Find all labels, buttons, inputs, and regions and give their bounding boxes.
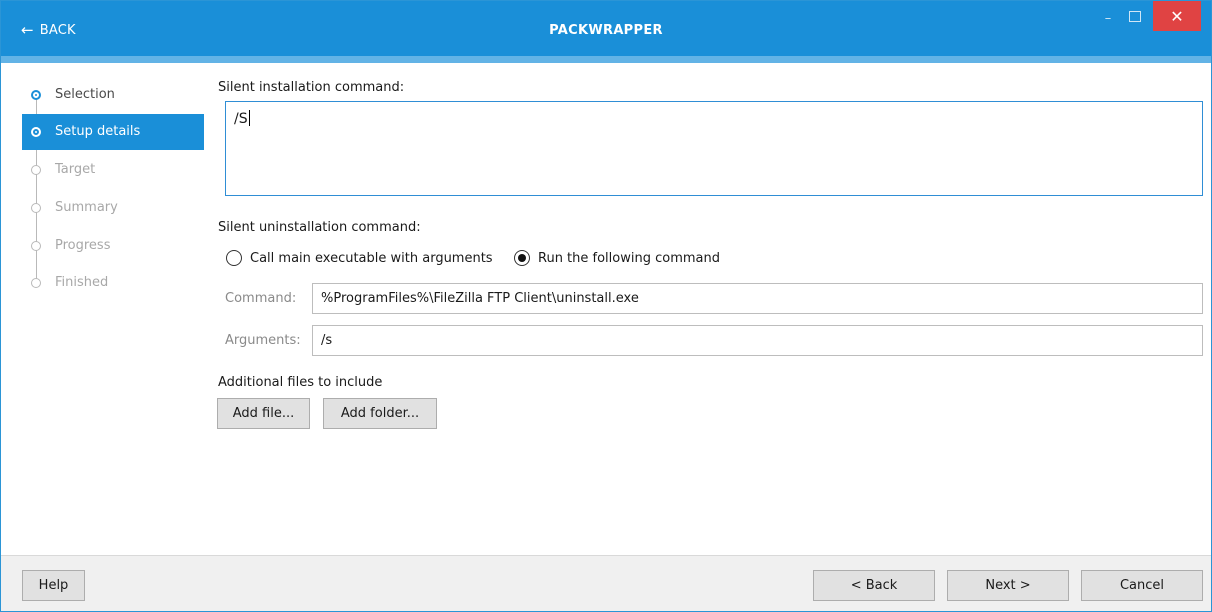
install-command-textarea[interactable]: /S: [225, 101, 1203, 196]
step-pending-icon: [31, 241, 41, 251]
uninstall-command-label: Silent uninstallation command:: [218, 220, 421, 235]
step-summary[interactable]: Summary: [22, 190, 204, 226]
step-label: Finished: [55, 275, 109, 290]
arguments-field-label: Arguments:: [225, 333, 301, 348]
radio-run-command-label: Run the following command: [538, 250, 720, 266]
close-icon: ✕: [1170, 6, 1184, 26]
step-pending-icon: [31, 203, 41, 213]
step-done-icon: [31, 90, 41, 100]
step-selection[interactable]: Selection: [22, 77, 204, 113]
cancel-button[interactable]: Cancel: [1081, 570, 1203, 601]
arguments-input[interactable]: /s: [312, 325, 1203, 356]
next-button[interactable]: Next >: [947, 570, 1069, 601]
step-finished[interactable]: Finished: [22, 265, 204, 301]
minimize-button[interactable]: –: [1096, 3, 1120, 33]
radio-call-main-label: Call main executable with arguments: [250, 250, 493, 266]
window-title: PACKWRAPPER: [549, 23, 663, 38]
footer-bar: Help < Back Next > Cancel: [1, 555, 1211, 611]
back-button[interactable]: < Back: [813, 570, 935, 601]
install-command-value: /S: [234, 111, 248, 127]
maximize-button[interactable]: [1123, 1, 1147, 31]
radio-unchecked-icon: [226, 250, 242, 266]
step-label: Progress: [55, 238, 111, 253]
wizard-steps-sidebar: Selection Setup details Target Summary P…: [1, 63, 207, 555]
step-label: Summary: [55, 200, 118, 215]
accent-bar: [1, 56, 1211, 63]
step-pending-icon: [31, 165, 41, 175]
packwrapper-window: ← BACK PACKWRAPPER – ✕ Selection Setup d…: [0, 0, 1212, 612]
add-folder-button[interactable]: Add folder...: [323, 398, 437, 429]
close-button[interactable]: ✕: [1153, 1, 1201, 31]
step-label: Setup details: [55, 124, 141, 139]
step-setup-details[interactable]: Setup details: [22, 114, 204, 150]
help-button[interactable]: Help: [22, 570, 85, 601]
command-field-label: Command:: [225, 291, 297, 306]
install-command-label: Silent installation command:: [218, 80, 405, 95]
step-pending-icon: [31, 278, 41, 288]
step-target[interactable]: Target: [22, 152, 204, 188]
radio-checked-icon: [514, 250, 530, 266]
step-label: Target: [55, 162, 96, 177]
additional-files-label: Additional files to include: [218, 375, 383, 390]
minimize-icon: –: [1104, 10, 1112, 26]
add-file-button[interactable]: Add file...: [217, 398, 310, 429]
command-input[interactable]: %ProgramFiles%\FileZilla FTP Client\unin…: [312, 283, 1203, 314]
radio-run-following-command[interactable]: Run the following command: [514, 250, 720, 266]
step-label: Selection: [55, 87, 115, 102]
radio-call-main-executable[interactable]: Call main executable with arguments: [226, 250, 493, 266]
step-progress[interactable]: Progress: [22, 228, 204, 264]
text-caret: [248, 110, 250, 126]
title-bar: ← BACK PACKWRAPPER – ✕: [1, 1, 1211, 56]
maximize-icon: [1129, 10, 1141, 22]
step-active-icon: [31, 127, 41, 137]
